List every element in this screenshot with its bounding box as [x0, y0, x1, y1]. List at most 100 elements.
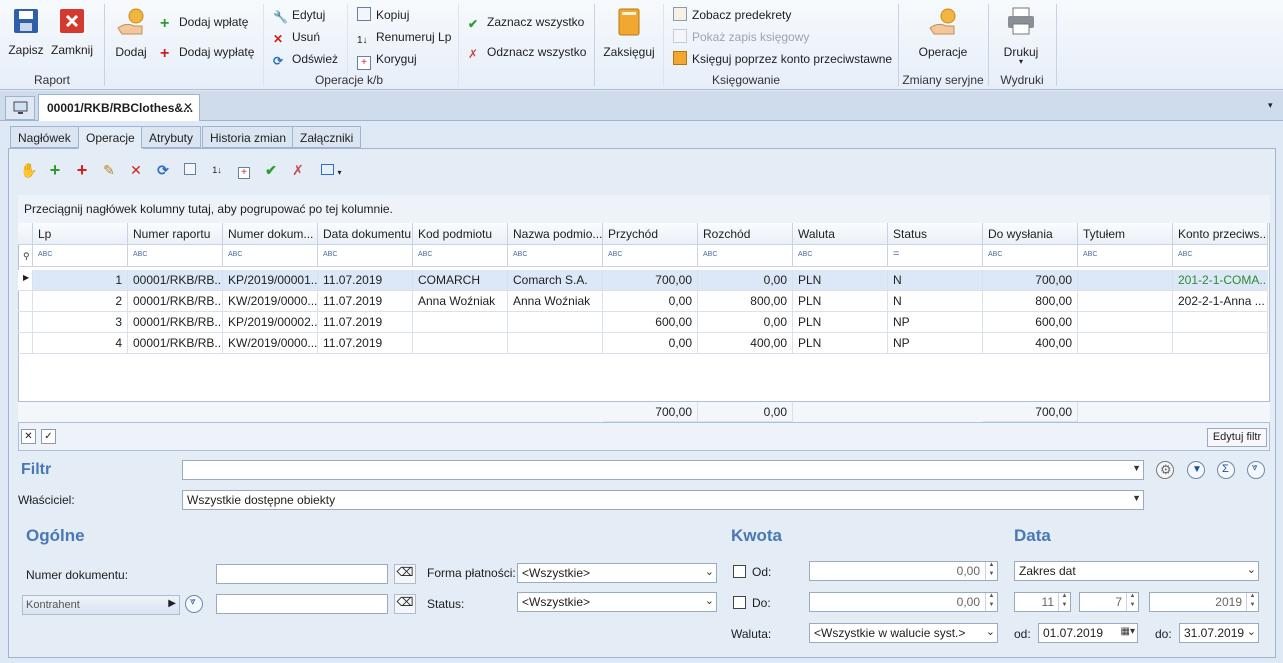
- column-header-do-wyslania[interactable]: Do wysłania: [983, 223, 1078, 245]
- column-header-nazwa-podmiotu[interactable]: Nazwa podmio...: [508, 223, 603, 245]
- filter-cell[interactable]: ABC: [698, 245, 793, 267]
- filter-funnel-icon[interactable]: ▼: [1187, 461, 1205, 479]
- renumber-icon[interactable]: 1↓: [209, 162, 225, 178]
- column-header-tytulem[interactable]: Tytułem: [1078, 223, 1173, 245]
- amount-from-checkbox[interactable]: [733, 565, 746, 578]
- tab-historia-zmian[interactable]: Historia zmian: [202, 126, 295, 148]
- filter-cell[interactable]: =: [888, 245, 983, 267]
- status-select[interactable]: <Wszystkie> ⌄: [517, 592, 717, 612]
- copy-button[interactable]: Kopiuj: [357, 6, 409, 24]
- amount-from-input[interactable]: 0,00 ▲ ▼: [809, 561, 998, 581]
- contractor-input[interactable]: [216, 594, 388, 614]
- close-button[interactable]: Zamknij: [50, 8, 94, 57]
- refresh-button[interactable]: ⟳ Odśwież: [273, 50, 338, 68]
- spinner-icon[interactable]: ▲ ▼: [1126, 593, 1138, 611]
- see-predecrees-button[interactable]: Zobacz predekrety: [673, 6, 791, 24]
- renumber-button[interactable]: 1↓ Renumeruj Lp: [357, 28, 451, 46]
- checkmark-icon[interactable]: ✔: [263, 162, 279, 178]
- close-tab-icon[interactable]: ✕: [183, 100, 193, 114]
- eraser-icon[interactable]: ⌫: [394, 594, 416, 614]
- home-tab[interactable]: [5, 96, 35, 120]
- filter-cell[interactable]: ABC: [318, 245, 413, 267]
- tab-atrybuty[interactable]: Atrybuty: [141, 126, 202, 148]
- filter-cell[interactable]: ABC: [413, 245, 508, 267]
- calendar-icon[interactable]: ▦▾: [1121, 626, 1135, 637]
- date-range-select[interactable]: Zakres dat ⌄: [1014, 561, 1259, 581]
- spinner-icon[interactable]: ▲ ▼: [985, 593, 997, 611]
- year-input[interactable]: 2019 ▲ ▼: [1149, 592, 1259, 612]
- filter-cell[interactable]: ABC: [603, 245, 698, 267]
- filter-enabled-checkbox[interactable]: ✓: [41, 429, 56, 444]
- column-header-przychod[interactable]: Przychód: [603, 223, 698, 245]
- select-all-button[interactable]: ✔ Zaznacz wszystko: [468, 13, 584, 31]
- column-header-waluta[interactable]: Waluta: [793, 223, 888, 245]
- column-header-numer-raportu[interactable]: Numer raportu: [128, 223, 223, 245]
- contractor-selector[interactable]: Kontrahent ▶: [22, 595, 180, 615]
- eraser-icon[interactable]: ⌫: [394, 564, 416, 584]
- edit-filter-button[interactable]: Edytuj filtr: [1207, 428, 1267, 447]
- column-header-status[interactable]: Status: [888, 223, 983, 245]
- spinner-icon[interactable]: ▲ ▼: [985, 562, 997, 580]
- correct-icon[interactable]: +: [236, 162, 252, 179]
- column-header-numer-dokumentu[interactable]: Numer dokum...: [223, 223, 318, 245]
- show-entry-button[interactable]: Pokaż zapis księgowy: [673, 28, 809, 46]
- day-input[interactable]: 7 ▲ ▼: [1079, 592, 1139, 612]
- column-header-kod-podmiotu[interactable]: Kod podmiotu: [413, 223, 508, 245]
- tab-naglowek[interactable]: Nagłówek: [10, 126, 79, 148]
- expand-double-chevron-icon[interactable]: ⩔: [1247, 461, 1265, 479]
- delete-button[interactable]: ✕ Usuń: [273, 28, 320, 46]
- filter-cell[interactable]: ABC: [983, 245, 1078, 267]
- tab-operacje[interactable]: Operacje: [78, 126, 143, 149]
- column-header-data-dokumentu[interactable]: Data dokumentu: [318, 223, 413, 245]
- month-input[interactable]: 11 ▲ ▼: [1014, 592, 1071, 612]
- copy-icon[interactable]: [182, 162, 198, 178]
- post-contra-button[interactable]: Księguj poprzez konto przeciwstawne: [673, 50, 892, 68]
- uncheck-icon[interactable]: ✗: [290, 162, 306, 178]
- edit-button[interactable]: 🔧 Edytuj: [273, 6, 325, 24]
- tab-list-dropdown-icon[interactable]: ▾: [1268, 100, 1273, 111]
- spinner-icon[interactable]: ▲ ▼: [1246, 593, 1258, 611]
- filter-cell[interactable]: ABC: [128, 245, 223, 267]
- doc-number-input[interactable]: [216, 564, 388, 584]
- date-to-input[interactable]: 31.07.2019 ⌄: [1179, 623, 1259, 643]
- amount-to-input[interactable]: 0,00 ▲ ▼: [809, 592, 998, 612]
- correct-button[interactable]: + Koryguj: [357, 50, 417, 70]
- document-tab[interactable]: 00001/RKB/RBClothes&... ✕: [38, 94, 200, 121]
- sum-icon[interactable]: Σ: [1217, 461, 1235, 479]
- print-button[interactable]: Drukuj ▾: [996, 6, 1046, 66]
- payment-form-select[interactable]: <Wszystkie> ⌄: [517, 563, 717, 583]
- date-from-input[interactable]: 01.07.2019 ▦▾: [1038, 623, 1138, 643]
- filter-input[interactable]: ▼: [182, 460, 1144, 480]
- filter-cell[interactable]: ABC: [33, 245, 128, 267]
- filter-cell[interactable]: ABC: [1173, 245, 1268, 267]
- add-out-icon[interactable]: +: [74, 161, 90, 179]
- add-in-icon[interactable]: +: [47, 161, 63, 179]
- column-header-lp[interactable]: Lp: [33, 223, 128, 245]
- deselect-all-button[interactable]: ✗ Odznacz wszystko: [468, 43, 586, 61]
- delete-icon[interactable]: ✕: [128, 162, 144, 178]
- owner-select[interactable]: Wszystkie dostępne obiekty ▼: [182, 490, 1144, 510]
- filter-cell[interactable]: ABC: [1078, 245, 1173, 267]
- save-button[interactable]: Zapisz: [6, 8, 46, 57]
- filter-cell[interactable]: ABC: [223, 245, 318, 267]
- spinner-icon[interactable]: ▲ ▼: [1058, 593, 1070, 611]
- column-header-rozchod[interactable]: Rozchód: [698, 223, 793, 245]
- add-in-button[interactable]: + Dodaj wpłatę: [160, 13, 248, 32]
- clear-filter-icon[interactable]: ✕: [21, 429, 36, 444]
- refresh-icon[interactable]: ⟳: [155, 162, 171, 178]
- filter-cell[interactable]: ABC: [508, 245, 603, 267]
- operations-button[interactable]: Operacje: [912, 8, 974, 59]
- expand-double-chevron-icon[interactable]: ⩔: [185, 595, 203, 613]
- column-header-konto-przeciwstawne[interactable]: Konto przeciws...: [1173, 223, 1268, 245]
- filter-cell[interactable]: ABC: [793, 245, 888, 267]
- add-button[interactable]: Dodaj: [112, 8, 150, 59]
- post-button[interactable]: Zaksięguj: [600, 8, 658, 59]
- add-out-button[interactable]: + Dodaj wypłatę: [160, 43, 254, 62]
- tab-zalaczniki[interactable]: Załączniki: [292, 126, 362, 148]
- cell-konto-link[interactable]: 201-2-1-COMA...: [1173, 270, 1268, 291]
- edit-icon[interactable]: ✎: [101, 162, 117, 178]
- currency-select[interactable]: <Wszystkie w walucie syst.> ⌄: [809, 623, 998, 643]
- more-actions-icon[interactable]: ▾: [317, 162, 345, 178]
- add-operation-icon[interactable]: ✋: [20, 162, 37, 178]
- amount-to-checkbox[interactable]: [733, 596, 746, 609]
